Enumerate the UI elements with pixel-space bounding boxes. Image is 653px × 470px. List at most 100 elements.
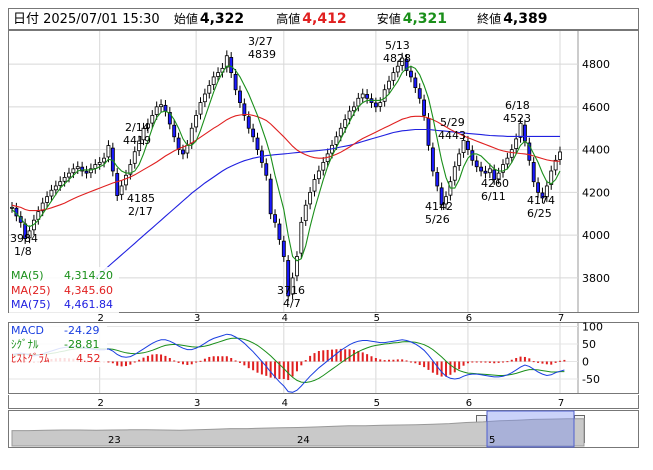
macd-hist-bar bbox=[559, 360, 561, 362]
macd-hist-bar bbox=[532, 361, 535, 363]
candle-body bbox=[457, 153, 462, 166]
annotation-label: 6/25 bbox=[527, 207, 552, 220]
x-tick-label: 7 bbox=[558, 313, 564, 324]
macd-hist-bar bbox=[234, 360, 237, 362]
macd-legend-label: MACD bbox=[11, 324, 44, 337]
macd-hist-bar bbox=[550, 361, 553, 365]
macd-hist-bar bbox=[475, 361, 478, 363]
annotation-label: 1/8 bbox=[14, 245, 32, 258]
candle-body bbox=[316, 170, 321, 180]
candle-body bbox=[334, 136, 339, 145]
annotation-label: 6/18 bbox=[505, 99, 530, 112]
macd-hist-bar bbox=[247, 361, 250, 369]
macd-hist-bar bbox=[418, 361, 421, 365]
annotation-label: 4828 bbox=[383, 52, 411, 65]
x-tick-label: 5 bbox=[374, 313, 380, 324]
x-tick-label: 4 bbox=[282, 313, 288, 324]
hist-legend-label: ﾋｽﾄｸﾞﾗﾑ bbox=[11, 352, 50, 365]
macd-legend: MACD -24.29 ｼｸﾞﾅﾙ -28.81 ﾋｽﾄｸﾞﾗﾑ 4.52 bbox=[9, 323, 107, 367]
macd-hist-bar bbox=[230, 358, 233, 362]
macd-hist-bar bbox=[186, 361, 189, 365]
candle-body bbox=[159, 104, 163, 108]
candle-body bbox=[303, 204, 308, 222]
annotation-label: 4/7 bbox=[283, 297, 301, 310]
macd-tick-label: 100 bbox=[582, 321, 603, 334]
candle-body bbox=[461, 140, 466, 153]
annotation-label: 5/26 bbox=[425, 213, 450, 226]
macd-hist-bar bbox=[295, 361, 298, 372]
candle-body bbox=[115, 173, 120, 196]
candle-body bbox=[452, 166, 457, 181]
macd-hist-bar bbox=[331, 349, 334, 362]
macd-hist-bar bbox=[506, 361, 509, 363]
candle-body bbox=[224, 55, 229, 68]
candle-body bbox=[268, 178, 273, 215]
macd-hist-bar bbox=[493, 361, 496, 364]
candle-body bbox=[474, 160, 479, 168]
macd-hist-bar bbox=[510, 359, 513, 362]
macd-hist-bar bbox=[208, 356, 211, 362]
annotation-label: 4260 bbox=[481, 177, 509, 190]
candle-body bbox=[422, 99, 427, 116]
macd-hist-bar bbox=[449, 361, 452, 375]
macd-hist-bar bbox=[168, 358, 171, 362]
candle-body bbox=[312, 179, 317, 192]
macd-hist-bar bbox=[160, 354, 163, 362]
candle-body bbox=[211, 76, 216, 86]
macd-hist-bar bbox=[313, 353, 316, 362]
candle-body bbox=[391, 72, 396, 81]
candle-body bbox=[417, 88, 422, 99]
macd-hist-bar bbox=[541, 361, 544, 364]
candle-body bbox=[553, 159, 558, 171]
annotation-label: 4443 bbox=[438, 129, 466, 142]
macd-hist-bar bbox=[107, 361, 110, 363]
annotation-label: 5/13 bbox=[385, 39, 410, 52]
macd-hist-bar bbox=[466, 361, 469, 364]
candle-body bbox=[487, 168, 492, 174]
navigator-label: 24 bbox=[297, 435, 310, 446]
macd-hist-bar bbox=[181, 361, 184, 365]
macd-hist-bar bbox=[238, 361, 241, 363]
plot-layer bbox=[9, 31, 585, 448]
macd-hist-bar bbox=[545, 361, 548, 365]
macd-hist-bar bbox=[164, 355, 167, 362]
chart-svg: MA(5) 4,314.20 MA(25) 4,345.60 MA(75) 4,… bbox=[9, 31, 610, 448]
macd-hist-bar bbox=[392, 359, 395, 362]
macd-hist-bar bbox=[151, 354, 154, 362]
macd-hist-bar bbox=[195, 361, 198, 363]
candle-body bbox=[62, 177, 67, 182]
macd-hist-bar bbox=[383, 360, 386, 362]
candle-body bbox=[172, 124, 177, 138]
macd-legend-value: -24.29 bbox=[64, 324, 99, 337]
y-tick-label: 4600 bbox=[582, 101, 610, 114]
candle-body bbox=[84, 170, 89, 174]
candle-body bbox=[277, 223, 282, 240]
candle-body bbox=[356, 97, 361, 107]
ma5-legend-label: MA(5) bbox=[11, 269, 44, 282]
macd-hist-bar bbox=[221, 356, 224, 362]
y-tick-label: 4200 bbox=[582, 186, 610, 199]
candle-body bbox=[185, 144, 190, 154]
macd-tick-label: 0 bbox=[582, 356, 589, 369]
x-tick-label: 2 bbox=[97, 313, 103, 324]
candle-body bbox=[207, 85, 212, 94]
candle-body bbox=[531, 162, 536, 183]
candle-body bbox=[360, 93, 365, 99]
annotation-label: 4174 bbox=[527, 194, 555, 207]
candle-body bbox=[387, 80, 391, 90]
y-tick-label: 4400 bbox=[582, 144, 610, 157]
macd-hist-bar bbox=[291, 361, 294, 377]
x-tick-label: 4 bbox=[282, 398, 288, 409]
macd-hist-bar bbox=[287, 361, 290, 381]
macd-hist-bar bbox=[423, 361, 426, 368]
macd-hist-bar bbox=[256, 361, 259, 373]
macd-hist-bar bbox=[225, 356, 228, 362]
macd-hist-bar bbox=[142, 357, 145, 362]
macd-hist-bar bbox=[458, 361, 461, 370]
macd-hist-bar bbox=[440, 361, 443, 377]
candle-body bbox=[338, 127, 343, 137]
macd-hist-bar bbox=[409, 361, 412, 363]
macd-hist-bar bbox=[199, 360, 202, 362]
macd-hist-bar bbox=[445, 361, 448, 377]
macd-hist-bar bbox=[252, 361, 255, 371]
